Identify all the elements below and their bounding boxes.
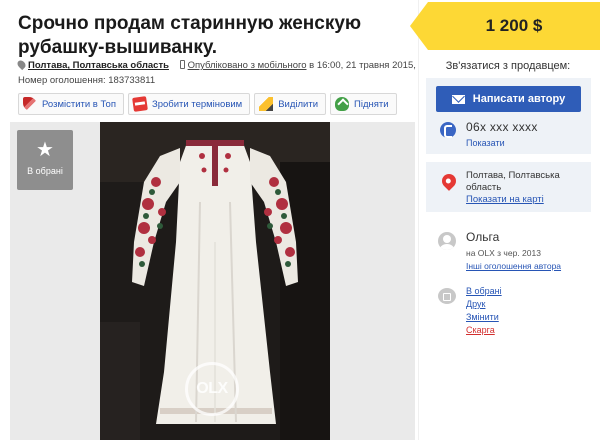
report-link[interactable]: Скарга (466, 325, 495, 335)
edit-link[interactable]: Змінити (466, 312, 499, 322)
envelope-icon (451, 94, 465, 104)
price-ribbon: 1 200 $ (410, 0, 600, 52)
column-divider (418, 0, 419, 440)
top-placement-label: Розмістити в Топ (42, 98, 116, 110)
seller-other-ads-link[interactable]: Інші оголошення автора (466, 261, 561, 271)
listing-page: Срочно продам старинную женскую рубашку-… (0, 0, 600, 440)
location-text: Полтава, Полтавська область (466, 170, 584, 194)
location-panel: Полтава, Полтавська область Показати на … (426, 162, 591, 212)
price-value: 1 200 $ (428, 2, 600, 50)
price-ribbon-tip (410, 2, 428, 50)
location-link[interactable]: Полтава, Полтавська область (28, 60, 169, 71)
raise-up-icon (335, 97, 350, 111)
seller-since: на OLX з чер. 2013 (466, 248, 541, 258)
map-pin-icon (439, 171, 459, 191)
highlight-label: Виділити (278, 98, 319, 110)
make-urgent-label: Зробити терміновим (151, 98, 243, 110)
chat-bubble-icon (438, 288, 456, 304)
seller-name: Ольга (466, 230, 500, 244)
highlight-button[interactable]: Виділити (254, 93, 327, 115)
olx-watermark: OLX (185, 362, 239, 416)
mobile-published-link[interactable]: Опубліковано з мобільного (188, 60, 307, 71)
contact-panel: Написати автору 06х ххх хххх Показати (426, 78, 591, 154)
photo-gallery: ★ В обрані OLX (10, 122, 415, 440)
top-placement-button[interactable]: Розмістити в Топ (18, 93, 124, 115)
make-urgent-button[interactable]: Зробити терміновим (127, 93, 251, 115)
location-line-1: Полтава, Полтавська (466, 170, 560, 181)
write-author-button[interactable]: Написати автору (436, 86, 581, 112)
listing-photo[interactable]: OLX (100, 122, 330, 440)
phone-number-masked: 06х ххх хххх (466, 120, 538, 134)
add-to-favorites-link[interactable]: В обрані (466, 286, 502, 296)
print-link[interactable]: Друк (466, 299, 485, 309)
favorites-label: В обрані (27, 166, 63, 176)
promo-actions: Розмістити в Топ Зробити терміновим Виді… (18, 93, 397, 115)
phone-row: 06х ххх хххх Показати (440, 120, 538, 148)
location-pin-icon (15, 58, 28, 71)
listing-meta: Полтава, Полтавська область Опубліковано… (15, 58, 418, 88)
show-phone-link[interactable]: Показати (466, 138, 538, 148)
phone-icon (440, 122, 456, 138)
add-to-favorites-button[interactable]: ★ В обрані (17, 130, 73, 190)
highlight-pencil-icon (259, 97, 274, 111)
contact-seller-heading: Зв'язатися з продавцем: (445, 60, 571, 72)
write-author-label: Написати автору (472, 93, 566, 105)
mobile-phone-icon (179, 60, 185, 69)
urgent-tag-icon (132, 96, 148, 112)
star-icon: ★ (36, 139, 54, 161)
location-line-2: область (466, 182, 502, 193)
rocket-icon (23, 97, 37, 111)
show-on-map-link[interactable]: Показати на карті (466, 194, 544, 205)
raise-label: Підняти (354, 98, 389, 110)
user-avatar-icon (438, 232, 456, 250)
listing-title: Срочно продам старинную женскую рубашку-… (18, 13, 362, 58)
raise-button[interactable]: Підняти (330, 93, 397, 115)
